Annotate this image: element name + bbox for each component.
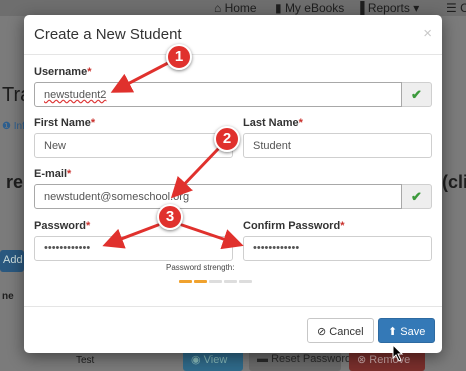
arrow-3-left [102, 223, 160, 249]
arrow-3-right [180, 223, 244, 250]
callout-badge-3: 3 [157, 204, 183, 230]
arrow-1 [110, 61, 170, 93]
callout-badge-2: 2 [214, 126, 240, 152]
callout-badge-1: 1 [166, 44, 192, 70]
mouse-cursor-icon [392, 344, 404, 362]
annotation-arrows [102, 61, 244, 250]
arrow-2 [170, 146, 221, 199]
